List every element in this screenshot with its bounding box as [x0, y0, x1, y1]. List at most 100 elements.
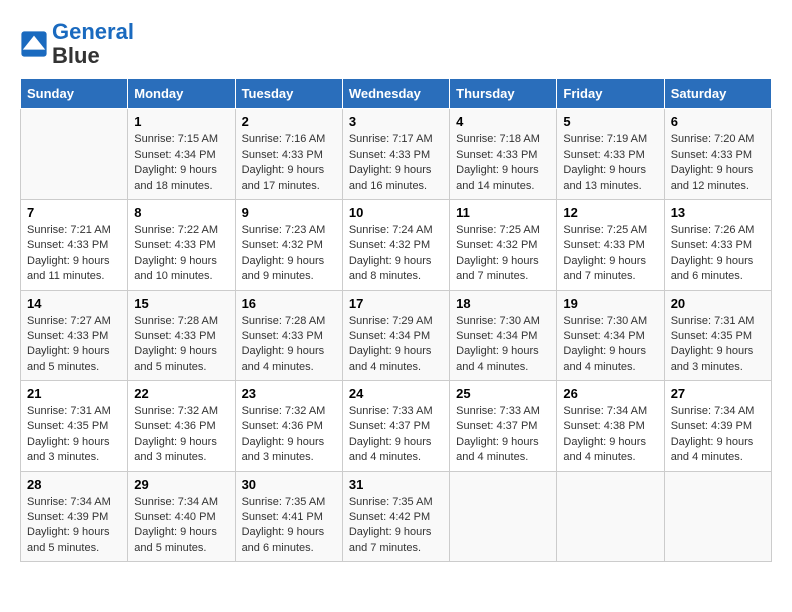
- day-info: Sunrise: 7:25 AM Sunset: 4:33 PM Dayligh…: [563, 223, 657, 285]
- calendar-cell: [557, 471, 664, 562]
- calendar-cell: 15 Sunrise: 7:28 AM Sunset: 4:33 PM Dayl…: [128, 290, 235, 381]
- calendar-week-2: 7 Sunrise: 7:21 AM Sunset: 4:33 PM Dayli…: [21, 199, 772, 290]
- calendar-body: 1 Sunrise: 7:15 AM Sunset: 4:34 PM Dayli…: [21, 109, 772, 562]
- calendar-cell: 18 Sunrise: 7:30 AM Sunset: 4:34 PM Dayl…: [450, 290, 557, 381]
- day-number: 1: [134, 114, 228, 129]
- day-number: 18: [456, 296, 550, 311]
- day-info: Sunrise: 7:19 AM Sunset: 4:33 PM Dayligh…: [563, 132, 657, 194]
- day-info: Sunrise: 7:30 AM Sunset: 4:34 PM Dayligh…: [456, 314, 550, 376]
- day-info: Sunrise: 7:25 AM Sunset: 4:32 PM Dayligh…: [456, 223, 550, 285]
- calendar-cell: 12 Sunrise: 7:25 AM Sunset: 4:33 PM Dayl…: [557, 199, 664, 290]
- calendar-cell: 23 Sunrise: 7:32 AM Sunset: 4:36 PM Dayl…: [235, 381, 342, 472]
- day-info: Sunrise: 7:21 AM Sunset: 4:33 PM Dayligh…: [27, 223, 121, 285]
- day-number: 30: [242, 477, 336, 492]
- day-header-saturday: Saturday: [664, 79, 771, 109]
- day-number: 5: [563, 114, 657, 129]
- day-info: Sunrise: 7:28 AM Sunset: 4:33 PM Dayligh…: [134, 314, 228, 376]
- calendar-cell: 10 Sunrise: 7:24 AM Sunset: 4:32 PM Dayl…: [342, 199, 449, 290]
- day-info: Sunrise: 7:35 AM Sunset: 4:41 PM Dayligh…: [242, 495, 336, 557]
- calendar-cell: 13 Sunrise: 7:26 AM Sunset: 4:33 PM Dayl…: [664, 199, 771, 290]
- calendar-cell: 2 Sunrise: 7:16 AM Sunset: 4:33 PM Dayli…: [235, 109, 342, 200]
- day-info: Sunrise: 7:33 AM Sunset: 4:37 PM Dayligh…: [349, 404, 443, 466]
- logo-icon: [20, 30, 48, 58]
- day-number: 25: [456, 386, 550, 401]
- day-number: 24: [349, 386, 443, 401]
- day-info: Sunrise: 7:34 AM Sunset: 4:38 PM Dayligh…: [563, 404, 657, 466]
- calendar-week-4: 21 Sunrise: 7:31 AM Sunset: 4:35 PM Dayl…: [21, 381, 772, 472]
- calendar-week-3: 14 Sunrise: 7:27 AM Sunset: 4:33 PM Dayl…: [21, 290, 772, 381]
- day-info: Sunrise: 7:15 AM Sunset: 4:34 PM Dayligh…: [134, 132, 228, 194]
- logo: General Blue: [20, 20, 134, 68]
- day-number: 21: [27, 386, 121, 401]
- day-header-sunday: Sunday: [21, 79, 128, 109]
- day-number: 28: [27, 477, 121, 492]
- day-info: Sunrise: 7:26 AM Sunset: 4:33 PM Dayligh…: [671, 223, 765, 285]
- day-number: 11: [456, 205, 550, 220]
- day-header-tuesday: Tuesday: [235, 79, 342, 109]
- day-info: Sunrise: 7:34 AM Sunset: 4:39 PM Dayligh…: [27, 495, 121, 557]
- day-number: 31: [349, 477, 443, 492]
- day-info: Sunrise: 7:33 AM Sunset: 4:37 PM Dayligh…: [456, 404, 550, 466]
- day-number: 29: [134, 477, 228, 492]
- day-info: Sunrise: 7:32 AM Sunset: 4:36 PM Dayligh…: [134, 404, 228, 466]
- day-info: Sunrise: 7:34 AM Sunset: 4:39 PM Dayligh…: [671, 404, 765, 466]
- day-header-monday: Monday: [128, 79, 235, 109]
- day-number: 23: [242, 386, 336, 401]
- calendar-cell: 17 Sunrise: 7:29 AM Sunset: 4:34 PM Dayl…: [342, 290, 449, 381]
- day-info: Sunrise: 7:29 AM Sunset: 4:34 PM Dayligh…: [349, 314, 443, 376]
- calendar-table: SundayMondayTuesdayWednesdayThursdayFrid…: [20, 78, 772, 562]
- day-number: 26: [563, 386, 657, 401]
- day-number: 27: [671, 386, 765, 401]
- day-number: 22: [134, 386, 228, 401]
- calendar-cell: 16 Sunrise: 7:28 AM Sunset: 4:33 PM Dayl…: [235, 290, 342, 381]
- day-info: Sunrise: 7:16 AM Sunset: 4:33 PM Dayligh…: [242, 132, 336, 194]
- calendar-cell: [21, 109, 128, 200]
- day-number: 19: [563, 296, 657, 311]
- day-number: 9: [242, 205, 336, 220]
- day-info: Sunrise: 7:18 AM Sunset: 4:33 PM Dayligh…: [456, 132, 550, 194]
- day-info: Sunrise: 7:32 AM Sunset: 4:36 PM Dayligh…: [242, 404, 336, 466]
- day-number: 12: [563, 205, 657, 220]
- day-number: 13: [671, 205, 765, 220]
- day-info: Sunrise: 7:27 AM Sunset: 4:33 PM Dayligh…: [27, 314, 121, 376]
- calendar-cell: 26 Sunrise: 7:34 AM Sunset: 4:38 PM Dayl…: [557, 381, 664, 472]
- calendar-cell: 24 Sunrise: 7:33 AM Sunset: 4:37 PM Dayl…: [342, 381, 449, 472]
- calendar-cell: 28 Sunrise: 7:34 AM Sunset: 4:39 PM Dayl…: [21, 471, 128, 562]
- day-info: Sunrise: 7:35 AM Sunset: 4:42 PM Dayligh…: [349, 495, 443, 557]
- day-info: Sunrise: 7:31 AM Sunset: 4:35 PM Dayligh…: [27, 404, 121, 466]
- calendar-cell: 27 Sunrise: 7:34 AM Sunset: 4:39 PM Dayl…: [664, 381, 771, 472]
- calendar-cell: 4 Sunrise: 7:18 AM Sunset: 4:33 PM Dayli…: [450, 109, 557, 200]
- calendar-cell: 11 Sunrise: 7:25 AM Sunset: 4:32 PM Dayl…: [450, 199, 557, 290]
- day-info: Sunrise: 7:28 AM Sunset: 4:33 PM Dayligh…: [242, 314, 336, 376]
- day-number: 3: [349, 114, 443, 129]
- calendar-cell: 22 Sunrise: 7:32 AM Sunset: 4:36 PM Dayl…: [128, 381, 235, 472]
- calendar-cell: 29 Sunrise: 7:34 AM Sunset: 4:40 PM Dayl…: [128, 471, 235, 562]
- day-number: 10: [349, 205, 443, 220]
- day-number: 17: [349, 296, 443, 311]
- calendar-cell: 3 Sunrise: 7:17 AM Sunset: 4:33 PM Dayli…: [342, 109, 449, 200]
- day-header-thursday: Thursday: [450, 79, 557, 109]
- day-info: Sunrise: 7:31 AM Sunset: 4:35 PM Dayligh…: [671, 314, 765, 376]
- day-number: 4: [456, 114, 550, 129]
- day-number: 8: [134, 205, 228, 220]
- day-header-wednesday: Wednesday: [342, 79, 449, 109]
- day-header-friday: Friday: [557, 79, 664, 109]
- calendar-cell: 8 Sunrise: 7:22 AM Sunset: 4:33 PM Dayli…: [128, 199, 235, 290]
- calendar-cell: [450, 471, 557, 562]
- logo-text: General Blue: [52, 20, 134, 68]
- day-info: Sunrise: 7:24 AM Sunset: 4:32 PM Dayligh…: [349, 223, 443, 285]
- calendar-cell: 9 Sunrise: 7:23 AM Sunset: 4:32 PM Dayli…: [235, 199, 342, 290]
- day-number: 15: [134, 296, 228, 311]
- calendar-cell: 6 Sunrise: 7:20 AM Sunset: 4:33 PM Dayli…: [664, 109, 771, 200]
- day-number: 16: [242, 296, 336, 311]
- calendar-cell: 7 Sunrise: 7:21 AM Sunset: 4:33 PM Dayli…: [21, 199, 128, 290]
- calendar-header-row: SundayMondayTuesdayWednesdayThursdayFrid…: [21, 79, 772, 109]
- calendar-cell: 1 Sunrise: 7:15 AM Sunset: 4:34 PM Dayli…: [128, 109, 235, 200]
- calendar-cell: 14 Sunrise: 7:27 AM Sunset: 4:33 PM Dayl…: [21, 290, 128, 381]
- calendar-week-1: 1 Sunrise: 7:15 AM Sunset: 4:34 PM Dayli…: [21, 109, 772, 200]
- calendar-cell: 30 Sunrise: 7:35 AM Sunset: 4:41 PM Dayl…: [235, 471, 342, 562]
- calendar-cell: 21 Sunrise: 7:31 AM Sunset: 4:35 PM Dayl…: [21, 381, 128, 472]
- day-number: 6: [671, 114, 765, 129]
- page-header: General Blue: [20, 20, 772, 68]
- calendar-week-5: 28 Sunrise: 7:34 AM Sunset: 4:39 PM Dayl…: [21, 471, 772, 562]
